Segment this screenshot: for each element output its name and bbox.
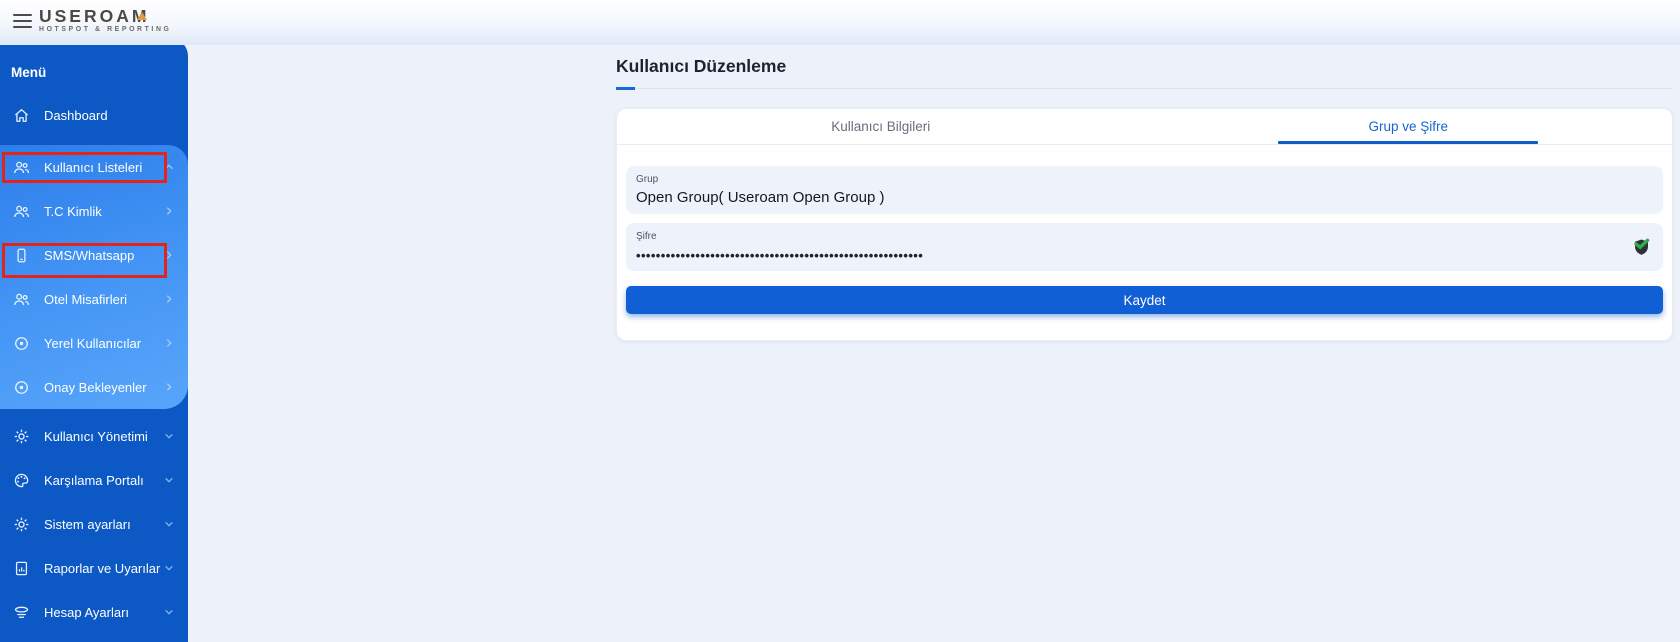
main-content: Kullanıcı Düzenleme Kullanıcı Bilgileri … — [616, 45, 1673, 341]
sidebar: Menü Dashboard Kullanıcı Listeleri T.C K… — [0, 38, 188, 642]
account-icon — [14, 606, 29, 618]
group-select-field[interactable]: Grup Open Group( Useroam Open Group ) — [626, 166, 1663, 214]
sidebar-nav: Dashboard Kullanıcı Listeleri T.C Kimlik… — [0, 93, 188, 634]
report-icon — [15, 561, 28, 575]
tab-kullanici-bilgileri[interactable]: Kullanıcı Bilgileri — [617, 109, 1145, 144]
shield-check-icon — [1634, 238, 1650, 255]
save-button[interactable]: Kaydet — [626, 286, 1663, 314]
sidebar-item-label: Otel Misafirleri — [44, 291, 128, 307]
sidebar-item-label: Raporlar ve Uyarılar — [44, 560, 161, 576]
active-tab-indicator — [1278, 141, 1539, 144]
chevron-right-icon — [166, 339, 172, 347]
sidebar-item-sistem-ayarlari[interactable]: Sistem ayarları — [0, 502, 188, 546]
group-password-form: Grup Open Group( Useroam Open Group ) Şi… — [617, 145, 1672, 314]
sidebar-item-yerel-kullanicilar[interactable]: Yerel Kullanıcılar — [0, 321, 188, 365]
chevron-up-icon — [165, 164, 173, 170]
brand-logo: USEROAM HOTSPOT & REPORTING — [39, 6, 171, 33]
top-bar: USEROAM HOTSPOT & REPORTING — [0, 0, 1680, 45]
password-field[interactable]: Şifre ••••••••••••••••••••••••••••••••••… — [626, 223, 1663, 271]
chevron-right-icon — [166, 207, 172, 215]
sidebar-item-label: Dashboard — [44, 107, 108, 123]
sidebar-item-kullanici-listeleri[interactable]: Kullanıcı Listeleri — [0, 145, 188, 189]
chevron-down-icon — [165, 477, 173, 483]
chevron-right-icon — [166, 295, 172, 303]
group-field-value: Open Group( Useroam Open Group ) — [636, 189, 885, 206]
chevron-down-icon — [165, 609, 173, 615]
page-title: Kullanıcı Düzenleme — [616, 56, 787, 76]
home-icon — [14, 108, 29, 122]
sidebar-item-label: Yerel Kullanıcılar — [44, 335, 142, 351]
sidebar-item-sms-whatsapp[interactable]: SMS/Whatsapp — [0, 233, 188, 277]
sidebar-item-label: Hesap Ayarları — [44, 604, 130, 620]
sidebar-item-hesap-ayarlari[interactable]: Hesap Ayarları — [0, 590, 188, 634]
password-masked-value: ••••••••••••••••••••••••••••••••••••••••… — [636, 248, 924, 263]
hamburger-menu-icon[interactable] — [13, 14, 32, 30]
chevron-right-icon — [166, 251, 172, 259]
brand-tagline: HOTSPOT & REPORTING — [39, 26, 172, 33]
users-icon — [14, 205, 30, 217]
sidebar-item-dashboard[interactable]: Dashboard — [0, 93, 188, 137]
users-icon — [14, 161, 30, 173]
sidebar-item-label: Kullanıcı Listeleri — [44, 159, 143, 175]
password-field-label: Şifre — [636, 231, 657, 242]
palette-icon — [14, 473, 29, 487]
sidebar-item-label: Karşılama Portalı — [44, 472, 144, 488]
sidebar-item-raporlar-ve-uyarilar[interactable]: Raporlar ve Uyarılar — [0, 546, 188, 590]
tab-grup-ve-sifre[interactable]: Grup ve Şifre — [1145, 109, 1673, 144]
sidebar-item-kullanici-yonetimi[interactable]: Kullanıcı Yönetimi — [0, 414, 188, 458]
sidebar-item-tc-kimlik[interactable]: T.C Kimlik — [0, 189, 188, 233]
gear-icon — [14, 429, 29, 443]
users-icon — [14, 293, 30, 305]
gear-icon — [14, 517, 29, 531]
chevron-down-icon — [165, 433, 173, 439]
sidebar-item-label: SMS/Whatsapp — [44, 247, 135, 263]
sidebar-item-otel-misafirleri[interactable]: Otel Misafirleri — [0, 277, 188, 321]
tab-bar: Kullanıcı Bilgileri Grup ve Şifre — [617, 109, 1672, 145]
target-icon — [15, 380, 28, 394]
chevron-down-icon — [165, 565, 173, 571]
sidebar-expanded-group: Kullanıcı Listeleri T.C Kimlik SMS/Whats… — [0, 145, 188, 409]
user-edit-card: Kullanıcı Bilgileri Grup ve Şifre Grup O… — [616, 108, 1673, 341]
brand-name: USEROAM — [39, 6, 150, 26]
group-field-label: Grup — [636, 174, 659, 185]
sidebar-item-label: Onay Bekleyenler — [44, 379, 147, 395]
logo-triangle-icon — [137, 12, 148, 20]
phone-icon — [17, 248, 26, 262]
sidebar-item-label: Sistem ayarları — [44, 516, 131, 532]
sidebar-item-karsilama-portali[interactable]: Karşılama Portalı — [0, 458, 188, 502]
target-icon — [15, 336, 28, 350]
sidebar-item-onay-bekleyenler[interactable]: Onay Bekleyenler — [0, 365, 188, 409]
chevron-right-icon — [166, 383, 172, 391]
sidebar-item-label: Kullanıcı Yönetimi — [44, 428, 148, 444]
chevron-down-icon — [165, 521, 173, 527]
sidebar-item-label: T.C Kimlik — [44, 203, 102, 219]
title-divider — [616, 87, 1673, 90]
app-window: USEROAM HOTSPOT & REPORTING Menü Dashboa… — [0, 0, 1680, 642]
